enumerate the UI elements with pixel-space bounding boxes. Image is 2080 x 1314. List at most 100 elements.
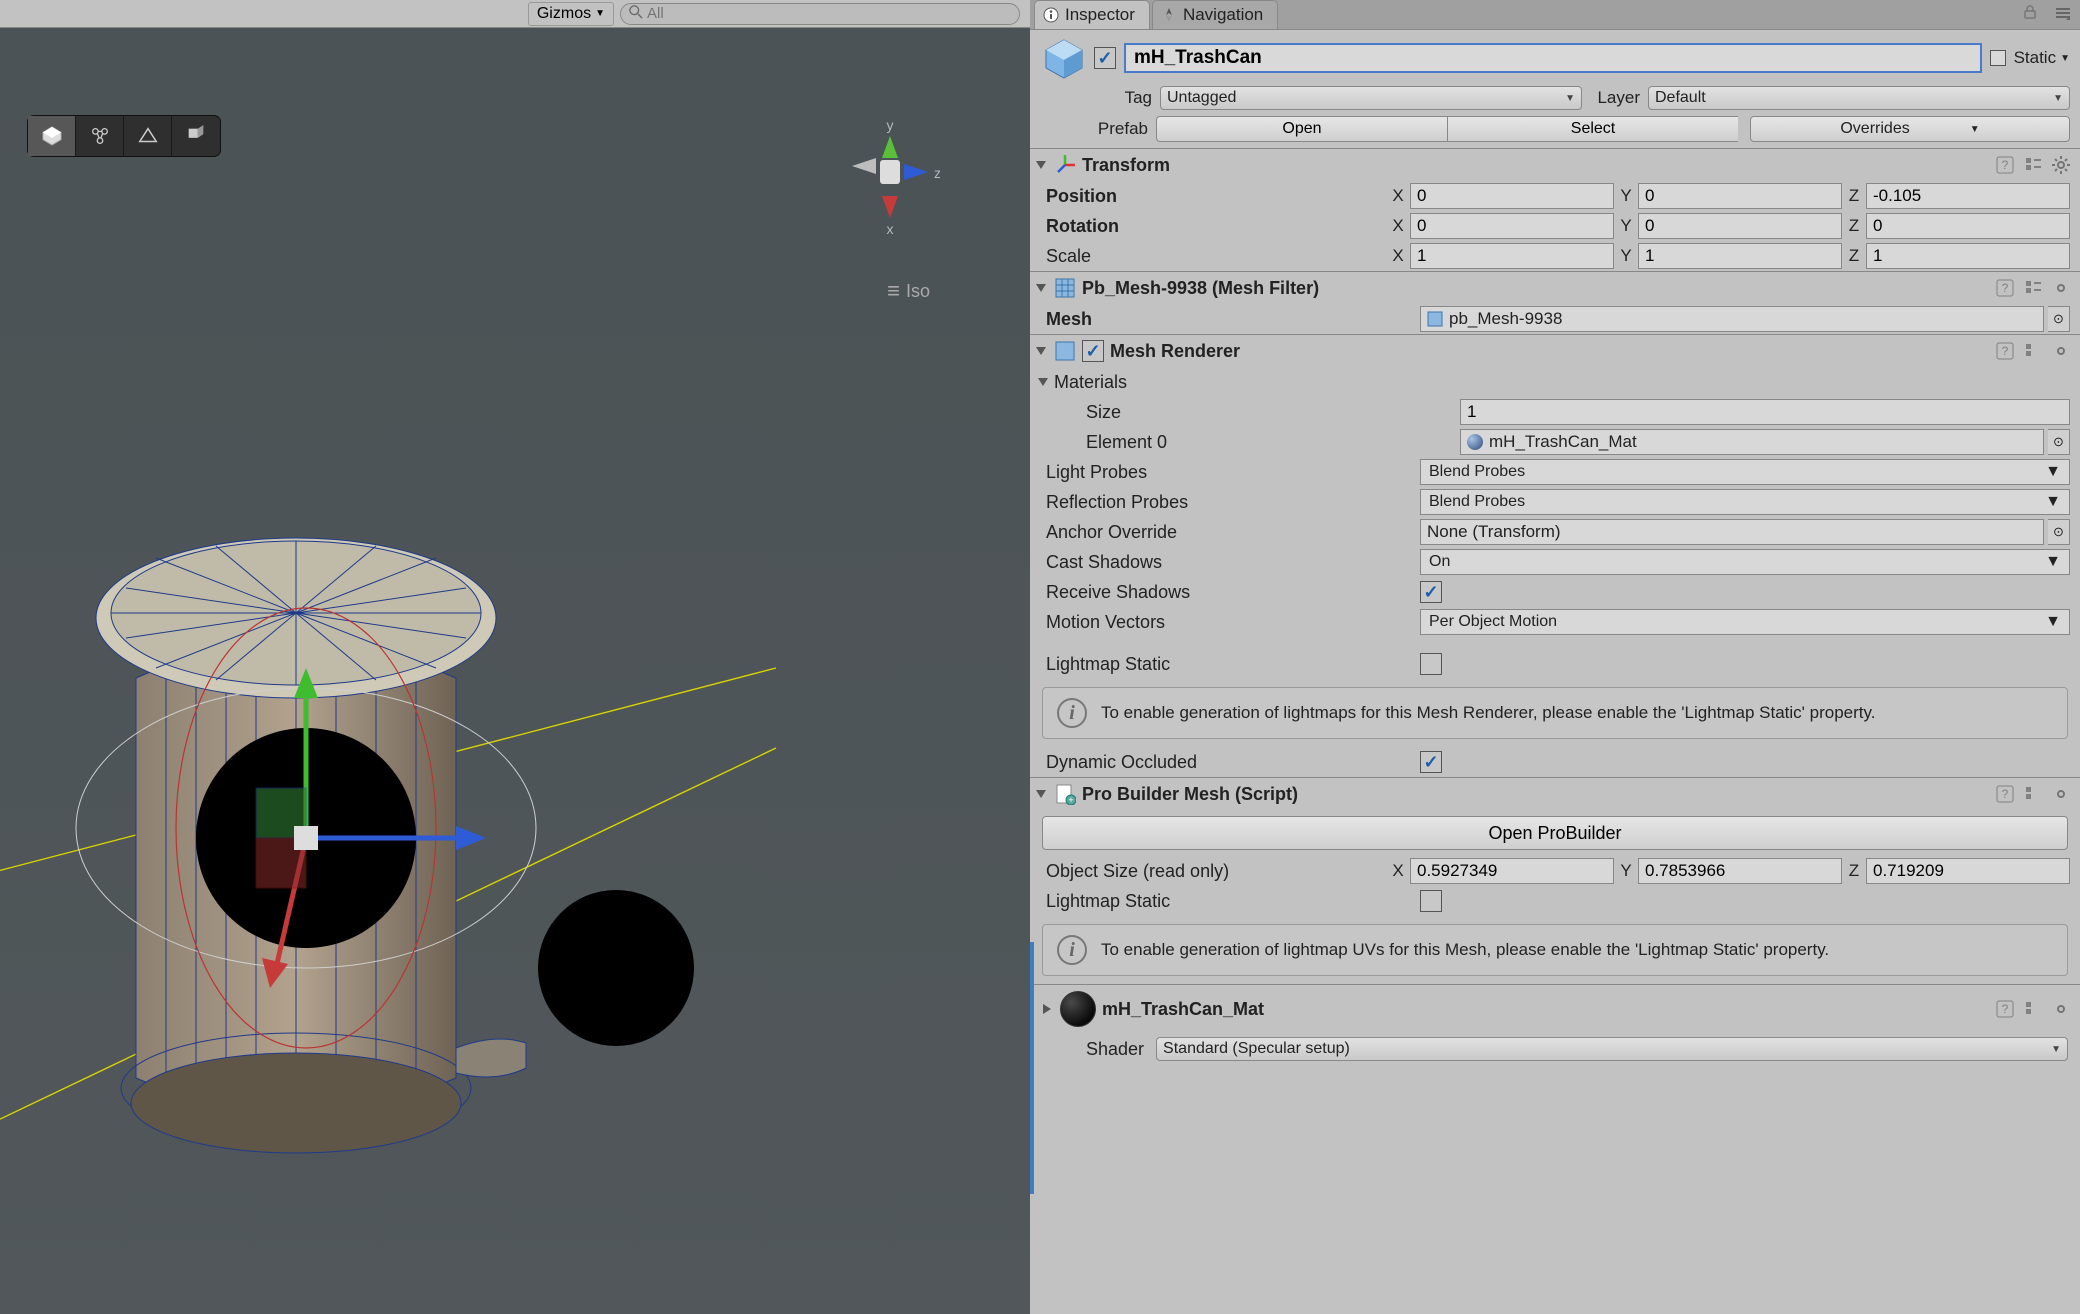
lightmap-static-checkbox[interactable]	[1420, 653, 1442, 675]
foldout-toggle[interactable]	[1034, 158, 1048, 172]
static-dropdown[interactable]: Static ▼	[2014, 48, 2070, 68]
help-icon[interactable]: ?	[1994, 277, 2016, 299]
preset-icon[interactable]	[2022, 154, 2044, 176]
gear-icon[interactable]	[2050, 998, 2072, 1020]
misc-mode-button[interactable]	[172, 116, 220, 156]
context-menu-icon[interactable]	[2050, 0, 2076, 29]
chevron-down-icon: ▼	[595, 8, 605, 19]
foldout-toggle[interactable]	[1034, 787, 1048, 801]
gear-icon[interactable]	[2050, 277, 2072, 299]
scale-y-input[interactable]	[1638, 243, 1842, 269]
materials-label: Materials	[1054, 372, 1127, 393]
svg-text:?: ?	[2002, 158, 2009, 172]
mesh-object-field[interactable]: pb_Mesh-9938	[1420, 306, 2044, 332]
position-x-input[interactable]	[1410, 183, 1614, 209]
anchor-override-field[interactable]: None (Transform)	[1420, 519, 2044, 545]
help-icon[interactable]: ?	[1994, 340, 2016, 362]
light-probes-dropdown[interactable]: Blend Probes▼	[1420, 459, 2070, 485]
rotation-z-input[interactable]	[1866, 213, 2070, 239]
svg-text:?: ?	[2002, 344, 2009, 358]
prefab-overrides-dropdown[interactable]: Overrides▼	[1750, 116, 2070, 142]
scale-label: Scale	[1046, 246, 1382, 267]
wireframe-mode-button[interactable]	[76, 116, 124, 156]
materials-foldout[interactable]	[1036, 375, 1050, 389]
reflection-probes-dropdown[interactable]: Blend Probes▼	[1420, 489, 2070, 515]
shader-label: Shader	[1086, 1039, 1144, 1060]
object-size-y-input[interactable]	[1638, 858, 1842, 884]
rotation-label: Rotation	[1046, 216, 1382, 237]
foldout-toggle[interactable]	[1034, 344, 1048, 358]
prefab-select-button[interactable]: Select	[1447, 116, 1738, 142]
info-icon	[1043, 7, 1059, 23]
shaded-mode-button[interactable]	[28, 116, 76, 156]
object-picker-button[interactable]: ⊙	[2048, 519, 2070, 545]
lock-icon[interactable]	[2018, 0, 2042, 29]
preset-icon[interactable]	[2022, 277, 2044, 299]
preset-icon[interactable]	[2022, 783, 2044, 805]
element0-material-field[interactable]: mH_TrashCan_Mat	[1460, 429, 2044, 455]
shader-dropdown[interactable]: Standard (Specular setup)▼	[1156, 1037, 2068, 1061]
scene-search-field[interactable]	[620, 3, 1020, 25]
override-marker	[1030, 942, 1034, 1194]
preset-icon[interactable]	[2022, 998, 2044, 1020]
tab-navigation[interactable]: Navigation	[1152, 0, 1278, 29]
material-section: mH_TrashCan_Mat ? Shader Standard (Specu…	[1030, 984, 2080, 1071]
motion-vectors-dropdown[interactable]: Per Object Motion▼	[1420, 609, 2070, 635]
cast-shadows-dropdown[interactable]: On▼	[1420, 549, 2070, 575]
object-picker-button[interactable]: ⊙	[2048, 306, 2070, 332]
position-y-input[interactable]	[1638, 183, 1842, 209]
position-z-input[interactable]	[1866, 183, 2070, 209]
help-icon[interactable]: ?	[1994, 154, 2016, 176]
open-probuilder-button[interactable]: Open ProBuilder	[1042, 816, 2068, 850]
layer-dropdown[interactable]: Default▼	[1648, 86, 2070, 110]
chevron-down-icon: ▼	[2060, 53, 2070, 64]
materials-size-input[interactable]	[1460, 399, 2070, 425]
object-picker-button[interactable]: ⊙	[2048, 429, 2070, 455]
probuilder-lightmap-static-checkbox[interactable]	[1420, 890, 1442, 912]
help-icon[interactable]: ?	[1994, 783, 2016, 805]
shaded-wireframe-mode-button[interactable]	[124, 116, 172, 156]
static-checkbox[interactable]	[1990, 50, 2006, 66]
lightmap-info-box: i To enable generation of lightmaps for …	[1042, 687, 2068, 739]
search-icon	[629, 5, 643, 22]
navigation-icon	[1161, 7, 1177, 23]
gear-icon[interactable]	[2050, 783, 2072, 805]
rotation-x-input[interactable]	[1410, 213, 1614, 239]
dynamic-occluded-checkbox[interactable]	[1420, 751, 1442, 773]
scale-x-input[interactable]	[1410, 243, 1614, 269]
help-icon[interactable]: ?	[1994, 998, 2016, 1020]
prefab-button-group: Open Select	[1156, 116, 1738, 142]
orientation-gizmo[interactable]: y z x	[840, 118, 940, 238]
scene-viewport[interactable]: y z x Iso	[0, 28, 1030, 1314]
info-icon: i	[1057, 935, 1087, 965]
receive-shadows-checkbox[interactable]	[1420, 581, 1442, 603]
object-size-z-input[interactable]	[1866, 858, 2070, 884]
scene-toolbar: Gizmos ▼	[0, 0, 1030, 28]
mesh-filter-component: Pb_Mesh-9938 (Mesh Filter) ? Mesh pb_Mes…	[1030, 271, 2080, 334]
probuilder-info-box: i To enable generation of lightmap UVs f…	[1042, 924, 2068, 976]
materials-size-label: Size	[1086, 402, 1456, 423]
svg-text:z: z	[934, 165, 940, 181]
gear-icon[interactable]	[2050, 340, 2072, 362]
foldout-toggle[interactable]	[1034, 281, 1048, 295]
mesh-renderer-enabled-checkbox[interactable]	[1082, 340, 1104, 362]
selected-object-preview[interactable]	[56, 488, 756, 1188]
position-label: Position	[1046, 186, 1382, 207]
prefab-open-button[interactable]: Open	[1156, 116, 1447, 142]
svg-text:?: ?	[2002, 281, 2009, 295]
gameobject-enabled-checkbox[interactable]	[1094, 47, 1116, 69]
inspector-tab-bar: Inspector Navigation	[1030, 0, 2080, 30]
preset-icon[interactable]	[2022, 340, 2044, 362]
rotation-y-input[interactable]	[1638, 213, 1842, 239]
projection-label[interactable]: Iso	[887, 278, 930, 304]
scale-z-input[interactable]	[1866, 243, 2070, 269]
tab-inspector[interactable]: Inspector	[1034, 0, 1150, 29]
gizmos-dropdown[interactable]: Gizmos ▼	[528, 2, 614, 26]
object-size-x-input[interactable]	[1410, 858, 1614, 884]
scene-search-input[interactable]	[647, 5, 1011, 22]
gameobject-name-field[interactable]	[1124, 43, 1982, 73]
tag-dropdown[interactable]: Untagged▼	[1160, 86, 1582, 110]
gear-icon[interactable]	[2050, 154, 2072, 176]
foldout-toggle[interactable]	[1040, 1002, 1054, 1016]
shading-mode-toolbar	[28, 116, 220, 156]
